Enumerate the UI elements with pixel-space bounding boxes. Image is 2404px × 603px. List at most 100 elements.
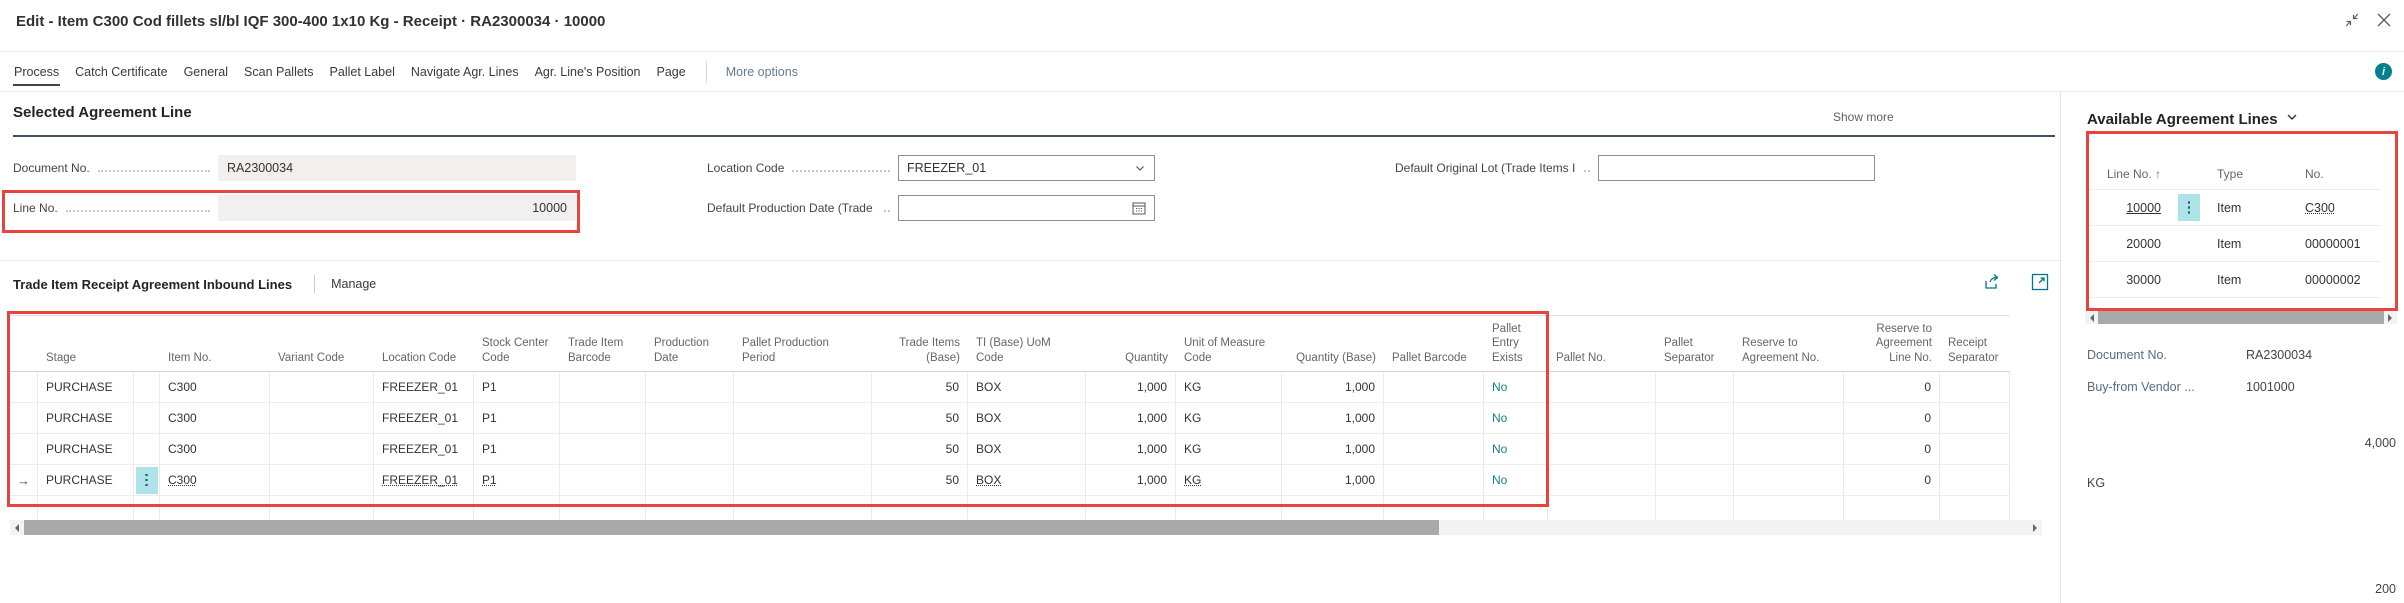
cell-pallet-production-period[interactable]: [734, 372, 872, 402]
cell-ti-base-uom-code[interactable]: BOX: [968, 434, 1086, 464]
cell-unit-of-measure-code[interactable]: KG: [1176, 465, 1282, 495]
cell-receipt-separator[interactable]: [1940, 434, 2010, 464]
close-icon[interactable]: [2376, 12, 2392, 28]
column-header-receipt-separator[interactable]: Receipt Separator: [1940, 316, 2010, 371]
cell-production-date[interactable]: [646, 372, 734, 402]
cell-unit-of-measure-code[interactable]: KG: [1176, 372, 1282, 402]
cell-unit-of-measure-code[interactable]: KG: [1176, 403, 1282, 433]
factbox-cell-no[interactable]: 00000002: [2297, 262, 2381, 297]
factbox-cell-type[interactable]: Item: [2209, 262, 2297, 297]
cell-pallet-barcode[interactable]: [1384, 372, 1484, 402]
cell-quantity-base[interactable]: 1,000: [1282, 403, 1384, 433]
cell-pallet-separator[interactable]: [1656, 465, 1734, 495]
column-header-ti-base-uom-code[interactable]: TI (Base) UoM Code: [968, 316, 1086, 371]
cell-receipt-separator[interactable]: [1940, 465, 2010, 495]
scrollbar-thumb[interactable]: [2098, 311, 2384, 324]
factbox-cell-type[interactable]: Item: [2209, 226, 2297, 261]
scrollbar-thumb[interactable]: [24, 520, 1439, 535]
cell-receipt-separator[interactable]: [1940, 372, 2010, 402]
cell-pallet-entry-exists[interactable]: No: [1484, 465, 1548, 495]
cell-quantity-base[interactable]: 1,000: [1282, 465, 1384, 495]
cell-item-no[interactable]: C300: [160, 403, 270, 433]
cell-quantity-base[interactable]: 1,000: [1282, 434, 1384, 464]
cell-pallet-production-period[interactable]: [734, 434, 872, 464]
chevron-down-icon[interactable]: [1134, 162, 1146, 174]
factbox-cell-type[interactable]: Item: [2209, 190, 2297, 225]
restore-window-icon[interactable]: [2344, 12, 2360, 28]
column-header-reserve-to-agreement-line-no[interactable]: Reserve to Agreement Line No.: [1844, 316, 1940, 371]
actionbar-item-page[interactable]: Page: [656, 63, 687, 81]
column-header-quantity-base[interactable]: Quantity (Base): [1282, 316, 1384, 371]
info-icon[interactable]: i: [2375, 63, 2392, 80]
column-header-pallet-separator[interactable]: Pallet Separator: [1656, 316, 1734, 371]
cell-stage[interactable]: PURCHASE: [38, 403, 134, 433]
cell-reserve-to-agreement-no[interactable]: [1734, 465, 1844, 495]
cell-item-no[interactable]: C300: [160, 434, 270, 464]
cell-reserve-to-agreement-line-no[interactable]: 0: [1844, 403, 1940, 433]
cell-production-date[interactable]: [646, 465, 734, 495]
column-header-quantity[interactable]: Quantity: [1086, 316, 1176, 371]
cell-location-code[interactable]: FREEZER_01: [374, 465, 474, 495]
cell-trade-items-base[interactable]: 50: [872, 403, 968, 433]
actionbar-item-agr-line-s-position[interactable]: Agr. Line's Position: [534, 63, 642, 81]
location-code-field[interactable]: FREEZER_01: [898, 155, 1155, 181]
cell-trade-item-barcode[interactable]: [560, 403, 646, 433]
factbox-cell-line-no[interactable]: 30000: [2085, 262, 2169, 297]
factbox-cell-no[interactable]: C300: [2297, 190, 2381, 225]
cell-receipt-separator[interactable]: [1940, 403, 2010, 433]
cell-reserve-to-agreement-no[interactable]: [1734, 434, 1844, 464]
actionbar-item-catch-certificate[interactable]: Catch Certificate: [74, 63, 168, 81]
cell-item-no[interactable]: C300: [160, 372, 270, 402]
column-header-unit-of-measure-code[interactable]: Unit of Measure Code: [1176, 316, 1282, 371]
row-context-menu-icon[interactable]: [2178, 194, 2200, 221]
factbox-horizontal-scrollbar[interactable]: [2085, 311, 2397, 324]
cell-location-code[interactable]: FREEZER_01: [374, 403, 474, 433]
cell-pallet-barcode[interactable]: [1384, 434, 1484, 464]
cell-pallet-no[interactable]: [1548, 465, 1656, 495]
column-header-trade-item-barcode[interactable]: Trade Item Barcode: [560, 316, 646, 371]
row-selection-cell[interactable]: [10, 403, 38, 433]
cell-production-date[interactable]: [646, 403, 734, 433]
cell-stock-center-code[interactable]: P1: [474, 403, 560, 433]
cell-pallet-no[interactable]: [1548, 372, 1656, 402]
cell-stock-center-code[interactable]: P1: [474, 434, 560, 464]
cell-trade-item-barcode[interactable]: [560, 465, 646, 495]
cell-reserve-to-agreement-no[interactable]: [1734, 403, 1844, 433]
factbox-column-header-line-no[interactable]: Line No. ↑: [2085, 158, 2169, 189]
cell-variant-code[interactable]: [270, 434, 374, 464]
scroll-right-icon[interactable]: [2383, 314, 2397, 322]
column-header-pallet-entry-exists[interactable]: Pallet Entry Exists: [1484, 316, 1548, 371]
cell-pallet-barcode[interactable]: [1384, 403, 1484, 433]
cell-location-code[interactable]: FREEZER_01: [374, 372, 474, 402]
cell-pallet-barcode[interactable]: [1384, 465, 1484, 495]
cell-trade-items-base[interactable]: 50: [872, 465, 968, 495]
cell-pallet-entry-exists[interactable]: No: [1484, 434, 1548, 464]
cell-reserve-to-agreement-line-no[interactable]: 0: [1844, 434, 1940, 464]
cell-stock-center-code[interactable]: P1: [474, 465, 560, 495]
calendar-icon[interactable]: [1132, 201, 1146, 215]
scroll-left-icon[interactable]: [10, 524, 24, 532]
manage-menu-button[interactable]: Manage: [331, 277, 376, 291]
column-header-production-date[interactable]: Production Date: [646, 316, 734, 371]
cell-unit-of-measure-code[interactable]: KG: [1176, 434, 1282, 464]
default-original-lot-field[interactable]: [1598, 155, 1875, 181]
table-horizontal-scrollbar[interactable]: [10, 520, 2042, 535]
row-selection-cell[interactable]: [10, 434, 38, 464]
cell-ti-base-uom-code[interactable]: BOX: [968, 403, 1086, 433]
row-selection-cell[interactable]: [10, 372, 38, 402]
cell-pallet-no[interactable]: [1548, 403, 1656, 433]
more-options-button[interactable]: More options: [726, 65, 798, 79]
cell-stage[interactable]: PURCHASE: [38, 434, 134, 464]
column-header-variant-code[interactable]: Variant Code: [270, 316, 374, 371]
cell-pallet-production-period[interactable]: [734, 403, 872, 433]
scroll-left-icon[interactable]: [2085, 314, 2099, 322]
factbox-cell-no[interactable]: 00000001: [2297, 226, 2381, 261]
actionbar-item-pallet-label[interactable]: Pallet Label: [329, 63, 396, 81]
cell-quantity[interactable]: 1,000: [1086, 465, 1176, 495]
cell-reserve-to-agreement-no[interactable]: [1734, 372, 1844, 402]
cell-trade-item-barcode[interactable]: [560, 372, 646, 402]
expand-part-icon[interactable]: [2031, 273, 2049, 296]
cell-quantity[interactable]: 1,000: [1086, 434, 1176, 464]
actionbar-item-navigate-agr-lines[interactable]: Navigate Agr. Lines: [410, 63, 520, 81]
factbox-cell-line-no[interactable]: 10000: [2085, 190, 2169, 225]
